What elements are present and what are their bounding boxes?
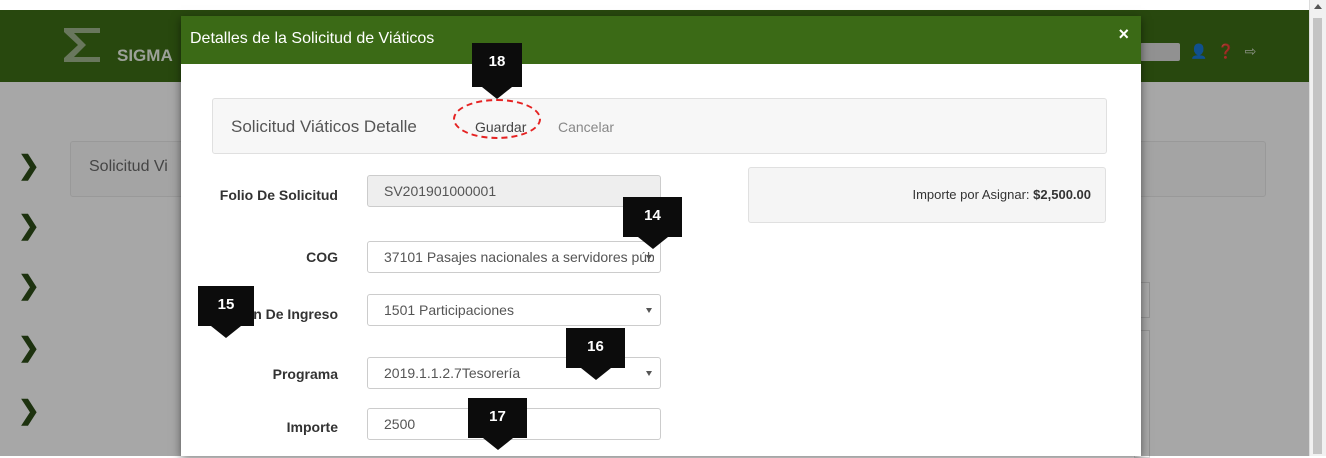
callout-18: 18 xyxy=(472,43,522,99)
cancel-button[interactable]: Cancelar xyxy=(558,119,614,135)
importe-por-asignar-amount: $2,500.00 xyxy=(1033,187,1091,202)
detail-toolbar: Solicitud Viáticos Detalle Guardar Cance… xyxy=(212,98,1107,154)
top-band xyxy=(0,0,1310,10)
origen-select[interactable]: 1501 Participaciones xyxy=(367,294,661,326)
chevron-down-icon xyxy=(646,308,652,313)
scroll-up-icon[interactable] xyxy=(1314,4,1322,9)
importe-por-asignar-panel: Importe por Asignar: $2,500.00 xyxy=(748,167,1106,223)
programa-label: Programa xyxy=(272,366,338,382)
callout-17-number: 17 xyxy=(489,408,506,425)
callout-15: 15 xyxy=(198,286,254,338)
callout-14: 14 xyxy=(623,197,682,249)
modal-header: Detalles de la Solicitud de Viáticos × xyxy=(181,16,1141,64)
callout-18-number: 18 xyxy=(488,53,506,70)
guardar-highlight xyxy=(453,99,541,139)
cog-label: COG xyxy=(306,249,338,265)
importe-label: Importe xyxy=(286,419,338,435)
modal-title: Detalles de la Solicitud de Viáticos xyxy=(190,30,435,47)
callout-15-number: 15 xyxy=(217,296,235,313)
importe-por-asignar-label: Importe por Asignar: xyxy=(912,187,1030,202)
scroll-thumb[interactable] xyxy=(1313,18,1322,454)
chevron-down-icon xyxy=(646,371,652,376)
callout-14-number: 14 xyxy=(644,207,661,224)
cog-select[interactable]: 37101 Pasajes nacionales a servidores pú… xyxy=(367,241,661,273)
page-scrollbar[interactable] xyxy=(1309,0,1326,456)
folio-label: Folio De Solicitud xyxy=(219,187,338,203)
callout-17: 17 xyxy=(468,398,527,450)
close-icon[interactable]: × xyxy=(1118,24,1129,45)
callout-16-number: 16 xyxy=(587,338,604,355)
folio-field[interactable]: SV201901000001 xyxy=(367,175,661,207)
cog-selected-value: 37101 Pasajes nacionales a servidores pú… xyxy=(384,249,654,265)
origen-selected-value: 1501 Participaciones xyxy=(384,302,514,318)
toolbar-title: Solicitud Viáticos Detalle xyxy=(231,117,417,136)
importe-por-asignar-text: Importe por Asignar: $2,500.00 xyxy=(912,187,1091,202)
chevron-down-icon xyxy=(646,255,652,260)
callout-16: 16 xyxy=(566,328,625,380)
